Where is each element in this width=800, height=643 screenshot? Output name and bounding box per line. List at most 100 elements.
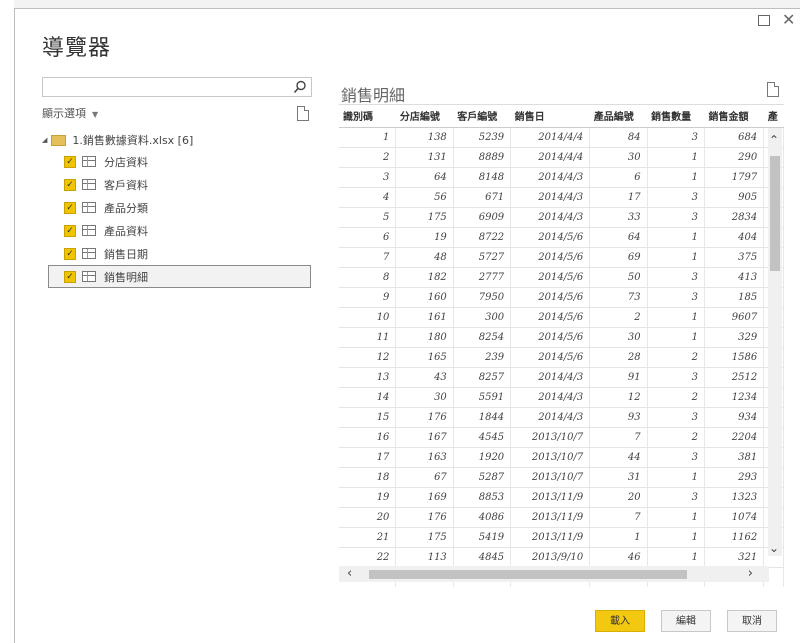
column-header[interactable]: 銷售金額 — [704, 105, 764, 128]
table-cell: 413 — [704, 267, 765, 288]
data-preview-grid[interactable]: 識別碼 分店編號 客戶編號 銷售日 產品編號 銷售數量 銷售金額產 1 138 5239 2014… — [339, 104, 784, 587]
horizontal-scrollbar[interactable]: ‹ › — [339, 566, 769, 582]
table-cell: 8254 — [453, 327, 512, 348]
table-cell: 2 — [339, 147, 397, 168]
checkbox[interactable]: ✓ — [64, 155, 76, 168]
table-cell: 934 — [704, 407, 765, 428]
table-cell: 182 — [395, 267, 454, 288]
scroll-up-icon[interactable]: ⌃ — [769, 134, 779, 146]
table-cell: 4545 — [453, 427, 512, 448]
checkbox[interactable]: ✓ — [64, 178, 76, 191]
table-cell: 91 — [589, 367, 648, 388]
scroll-right-icon[interactable]: › — [748, 566, 753, 581]
close-icon[interactable]: ✕ — [782, 10, 795, 29]
table-cell: 1234 — [704, 387, 765, 408]
table-cell: 3 — [647, 207, 705, 228]
checkbox[interactable]: ✓ — [64, 270, 76, 283]
display-options-dropdown[interactable]: 顯示選項 ▼ — [42, 105, 98, 121]
tree-item[interactable]: ✓ 產品資料 — [42, 219, 314, 242]
scroll-down-icon[interactable]: ⌄ — [769, 542, 779, 554]
table-cell: 20 — [339, 507, 397, 528]
table-cell: 1323 — [704, 487, 765, 508]
table-cell: 684 — [704, 127, 765, 148]
column-header[interactable]: 產品編號 — [589, 105, 648, 128]
tree-item[interactable]: ✓ 銷售明細 — [48, 265, 311, 288]
table-cell: 5591 — [453, 387, 512, 408]
table-cell: 18 — [339, 467, 397, 488]
table-cell: 73 — [589, 287, 648, 308]
table-row: 3 64 8148 2014/4/3 6 1 1797 — [339, 167, 784, 188]
table-cell: 6 — [589, 167, 648, 188]
table-icon — [82, 156, 96, 167]
table-cell: 5287 — [453, 467, 512, 488]
table-cell: 2014/4/3 — [510, 407, 591, 428]
table-row: 20 176 4086 2013/11/9 7 1 1074 — [339, 507, 784, 528]
column-header[interactable]: 產 — [763, 105, 784, 128]
table-cell: 2013/11/9 — [510, 487, 591, 508]
table-cell: 1 — [339, 127, 397, 148]
table-row: 15 176 1844 2014/4/3 93 3 934 — [339, 407, 784, 428]
column-header[interactable]: 銷售數量 — [647, 105, 705, 128]
tree-root-label: 1.銷售數據資料.xlsx [6] — [72, 134, 194, 147]
table-cell: 163 — [395, 447, 454, 468]
table-cell: 2 — [647, 387, 705, 408]
table-cell: 1 — [647, 147, 705, 168]
table-cell: 293 — [704, 467, 765, 488]
navigator-tree: ◢ 1.銷售數據資料.xlsx [6] ✓ 分店資料 ✓ 客戶資料 ✓ 產品分類 ✓ 產品資料… — [42, 130, 314, 288]
refresh-page-icon[interactable] — [297, 106, 309, 121]
table-row: 14 30 5591 2014/4/3 12 2 1234 — [339, 387, 784, 408]
table-cell: 2014/4/4 — [510, 127, 591, 148]
checkbox[interactable]: ✓ — [64, 224, 76, 237]
table-cell: 300 — [453, 307, 512, 328]
table-icon — [82, 179, 96, 190]
cancel-button[interactable]: 取消 — [727, 610, 777, 632]
edit-button[interactable]: 編輯 — [661, 610, 711, 632]
table-cell: 329 — [704, 327, 765, 348]
table-cell: 4845 — [453, 547, 512, 568]
column-header[interactable]: 客戶編號 — [453, 105, 511, 128]
table-cell: 1920 — [453, 447, 512, 468]
maximize-icon[interactable] — [758, 15, 770, 26]
table-cell: 905 — [704, 187, 765, 208]
tree-item-label: 分店資料 — [104, 155, 148, 169]
vertical-scroll-thumb[interactable] — [770, 156, 780, 271]
load-button[interactable]: 載入 — [595, 610, 645, 632]
table-cell: 1844 — [453, 407, 512, 428]
checkbox[interactable]: ✓ — [64, 201, 76, 214]
table-row: 1 138 5239 2014/4/4 84 3 684 — [339, 127, 784, 148]
column-header[interactable]: 銷售日 — [510, 105, 590, 128]
table-cell: 175 — [395, 527, 454, 548]
table-cell: 160 — [395, 287, 454, 308]
expand-arrow-icon[interactable]: ◢ — [42, 136, 47, 144]
tree-item[interactable]: ✓ 客戶資料 — [42, 173, 314, 196]
checkbox[interactable]: ✓ — [64, 247, 76, 260]
export-page-icon[interactable] — [767, 82, 779, 97]
table-row: 6 19 8722 2014/5/6 64 1 404 — [339, 227, 784, 248]
table-cell: 1 — [647, 527, 705, 548]
scroll-left-icon[interactable]: ‹ — [347, 566, 352, 581]
table-row: 18 67 5287 2013/10/7 31 1 293 — [339, 467, 784, 488]
table-cell: 30 — [589, 327, 648, 348]
tree-item[interactable]: ✓ 產品分類 — [42, 196, 314, 219]
vertical-scrollbar[interactable]: ⌃ ⌄ — [768, 128, 782, 556]
display-options-label: 顯示選項 — [42, 107, 86, 120]
tree-item[interactable]: ✓ 分店資料 — [42, 150, 314, 173]
table-cell: 3 — [647, 127, 705, 148]
table-cell: 69 — [589, 247, 648, 268]
tree-item[interactable]: ✓ 銷售日期 — [42, 242, 314, 265]
table-cell: 13 — [339, 367, 397, 388]
table-row: 9 160 7950 2014/5/6 73 3 185 — [339, 287, 784, 308]
table-row: 2 131 8889 2014/4/4 30 1 290 — [339, 147, 784, 168]
table-cell: 22 — [339, 547, 397, 568]
tree-item-label: 銷售明細 — [104, 270, 148, 284]
horizontal-scroll-thumb[interactable] — [369, 570, 687, 579]
table-cell: 404 — [704, 227, 765, 248]
table-cell: 2013/9/10 — [510, 547, 591, 568]
table-cell: 2014/4/3 — [510, 367, 591, 388]
table-cell: 239 — [453, 347, 512, 368]
search-icon[interactable] — [293, 80, 307, 94]
column-header[interactable]: 分店編號 — [395, 105, 454, 128]
column-header[interactable]: 識別碼 — [339, 105, 396, 128]
search-input[interactable] — [42, 77, 312, 97]
tree-root-file[interactable]: ◢ 1.銷售數據資料.xlsx [6] — [42, 130, 314, 150]
